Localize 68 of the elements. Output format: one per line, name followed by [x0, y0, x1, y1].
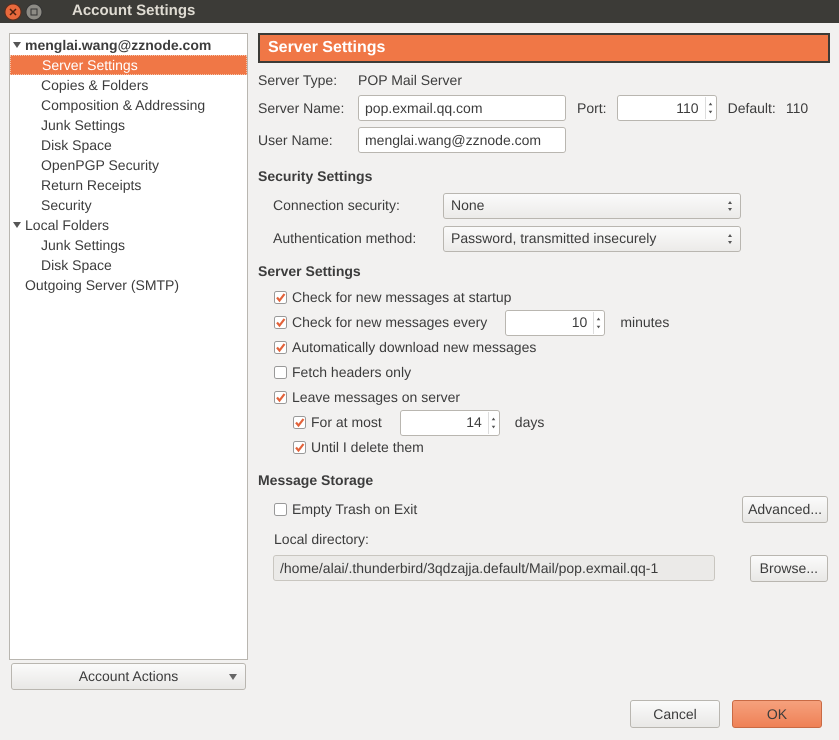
dropdown-select[interactable]: Password, transmitted insecurely	[443, 226, 741, 252]
field-label: Default:	[728, 98, 776, 118]
close-icon[interactable]	[4, 2, 22, 20]
unit-label: days	[514, 413, 544, 432]
checkbox-label: Check for new messages at startup	[292, 288, 512, 307]
checkbox[interactable]	[293, 441, 306, 454]
checkbox-label: Automatically download new messages	[292, 338, 536, 357]
checkbox-label: Until I delete them	[311, 438, 424, 457]
select-arrows-icon[interactable]	[727, 232, 733, 244]
expander-icon[interactable]	[13, 41, 21, 49]
tree-item[interactable]: Disk Space	[10, 135, 247, 155]
field-label: Local directory:	[274, 530, 369, 549]
number-field[interactable]: 10	[505, 310, 606, 336]
account-actions-button[interactable]: Account Actions	[11, 663, 246, 690]
dropdown-arrow-icon[interactable]	[229, 674, 237, 680]
checkbox[interactable]	[293, 416, 306, 429]
default-port-value: 110	[786, 98, 808, 118]
server-type-value: POP Mail Server	[358, 70, 462, 90]
window-title: Account Settings	[72, 1, 196, 22]
tree-item[interactable]: Copies & Folders	[10, 75, 247, 95]
spin-arrows-icon[interactable]	[593, 312, 604, 334]
field-label: Authentication method:	[273, 229, 418, 248]
section-heading: Server Settings	[258, 262, 361, 281]
checkbox[interactable]	[274, 391, 287, 404]
local-directory-field[interactable]: /home/alai/.thunderbird/3qdzajja.default/Mail/pop.exmail.qq-1	[273, 555, 715, 581]
tree-item[interactable]: Security	[10, 195, 247, 215]
checkbox-label: For at most	[311, 413, 382, 432]
unit-label: minutes	[620, 313, 670, 332]
tree-item[interactable]: Disk Space	[10, 255, 247, 275]
advanced-button[interactable]: Advanced...	[742, 496, 828, 522]
field-label: Port:	[577, 98, 607, 118]
ok-button[interactable]: OK	[732, 700, 822, 728]
section-heading: Security Settings	[258, 167, 372, 186]
checkbox[interactable]	[274, 291, 287, 304]
dropdown-select[interactable]: None	[443, 192, 741, 218]
field-label: Connection security:	[273, 196, 401, 215]
checkbox[interactable]	[274, 502, 287, 516]
checkbox[interactable]	[274, 341, 287, 354]
section-heading: Message Storage	[258, 471, 374, 490]
tree-item[interactable]: Local Folders	[10, 215, 247, 235]
checkbox-label: Fetch headers only	[292, 363, 412, 382]
checkbox-label: Check for new messages every	[292, 313, 488, 332]
user-name-field[interactable]: menglai.wang@zznode.com	[358, 127, 566, 153]
number-field[interactable]: 14	[400, 410, 500, 436]
panel-title: Server Settings	[268, 38, 386, 58]
port-field[interactable]: 110	[616, 95, 717, 121]
select-arrows-icon[interactable]	[727, 200, 733, 212]
field-label: Server Name:	[258, 98, 346, 118]
spin-arrows-icon[interactable]	[488, 412, 498, 434]
tree-item[interactable]: Return Receipts	[10, 175, 247, 195]
spin-arrows-icon[interactable]	[704, 97, 715, 119]
tree-item[interactable]: menglai.wang@zznode.com	[10, 35, 247, 55]
checkbox[interactable]	[274, 316, 287, 329]
checkbox-label: Leave messages on server	[292, 388, 460, 407]
browse-button[interactable]: Browse...	[750, 554, 828, 582]
field-label: User Name:	[258, 130, 334, 150]
tree-item[interactable]: Junk Settings	[10, 235, 247, 255]
tree-item[interactable]: Junk Settings	[10, 115, 247, 135]
tree-item[interactable]: Outgoing Server (SMTP)	[10, 275, 247, 295]
tree-item[interactable]: Composition & Addressing	[10, 95, 247, 115]
expander-icon[interactable]	[13, 221, 21, 229]
checkbox-label: Empty Trash on Exit	[292, 500, 418, 519]
minimize-icon[interactable]	[25, 2, 43, 20]
tree-item[interactable]: OpenPGP Security	[10, 155, 247, 175]
checkbox[interactable]	[274, 366, 287, 379]
field-label: Server Type:	[258, 70, 338, 90]
cancel-button[interactable]: Cancel	[630, 700, 720, 728]
server-name-field[interactable]: pop.exmail.qq.com	[358, 95, 566, 121]
